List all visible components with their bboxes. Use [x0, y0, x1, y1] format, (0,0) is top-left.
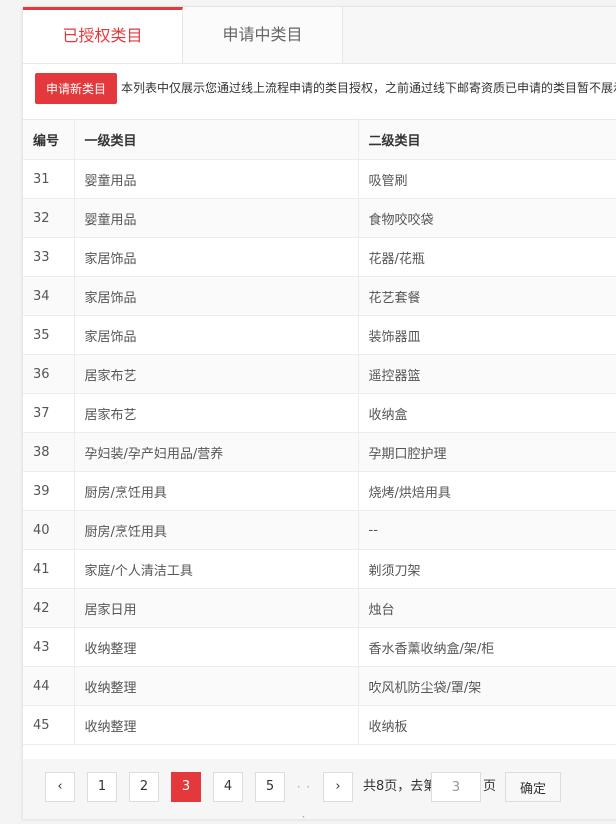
table-row: 37 居家布艺 收纳盒 [23, 393, 616, 433]
cell-level1: 居家布艺 [74, 393, 359, 433]
table-row: 33 家居饰品 花器/花瓶 [23, 237, 616, 277]
cell-id: 31 [23, 159, 75, 199]
cell-level1: 厨房/烹饪用具 [74, 471, 359, 511]
chevron-left-icon: ‹ [57, 779, 63, 794]
page-button-4[interactable]: 4 [213, 772, 243, 802]
cell-level1: 家居饰品 [74, 315, 359, 355]
page-button-5[interactable]: 5 [255, 772, 285, 802]
page-button-2[interactable]: 2 [129, 772, 159, 802]
notice-text: 本列表中仅展示您通过线上流程申请的类目授权，之前通过线下邮寄资质已申请的类目暂不… [121, 81, 616, 95]
cell-id: 43 [23, 627, 75, 667]
table-header-row: 编号 一级类目 二级类目 [23, 119, 616, 160]
header-level1: 一级类目 [74, 119, 359, 160]
cell-level1: 婴童用品 [74, 198, 359, 238]
table-row: 31 婴童用品 吸管刷 [23, 159, 616, 199]
header-id: 编号 [23, 119, 75, 160]
cell-id: 34 [23, 276, 75, 316]
cell-level2: 烛台 [358, 588, 616, 628]
notice-bar: 申请新类目 本列表中仅展示您通过线上流程申请的类目授权，之前通过线下邮寄资质已申… [35, 73, 616, 107]
cell-level2: 食物咬咬袋 [358, 198, 616, 238]
header-level2: 二级类目 [358, 119, 616, 160]
next-page-button[interactable]: › [323, 772, 353, 802]
cell-id: 35 [23, 315, 75, 355]
cell-id: 42 [23, 588, 75, 628]
cell-level1: 孕妇装/孕产妇用品/营养 [74, 432, 359, 472]
cell-level2: 收纳盒 [358, 393, 616, 433]
cell-level1: 家庭/个人清洁工具 [74, 549, 359, 589]
cell-level1: 家居饰品 [74, 276, 359, 316]
category-panel: 已授权类目 申请中类目 申请新类目 本列表中仅展示您通过线上流程申请的类目授权，… [22, 6, 616, 819]
table-row: 32 婴童用品 食物咬咬袋 [23, 198, 616, 238]
cell-level2: 花器/花瓶 [358, 237, 616, 277]
page-button-3[interactable]: 3 [171, 772, 201, 802]
table-row: 43 收纳整理 香水香薰收纳盒/架/柜 [23, 627, 616, 667]
cell-id: 32 [23, 198, 75, 238]
prev-page-button[interactable]: ‹ [45, 772, 75, 802]
table-row: 41 家庭/个人清洁工具 剃须刀架 [23, 549, 616, 589]
chevron-right-icon: › [335, 779, 341, 794]
cell-level1: 婴童用品 [74, 159, 359, 199]
cell-level2: 孕期口腔护理 [358, 432, 616, 472]
pagination: ‹ 1 2 3 4 5 · · · › 共8页，去第 页 确定 [23, 759, 616, 819]
cell-id: 41 [23, 549, 75, 589]
cell-level2: 烧烤/烘焙用具 [358, 471, 616, 511]
table-row: 45 收纳整理 收纳板 [23, 705, 616, 745]
cell-level1: 居家日用 [74, 588, 359, 628]
table-row: 36 居家布艺 遥控器篮 [23, 354, 616, 394]
table-row: 40 厨房/烹饪用具 -- [23, 510, 616, 550]
confirm-page-button[interactable]: 确定 [505, 772, 561, 802]
cell-level1: 收纳整理 [74, 627, 359, 667]
goto-page-input[interactable] [431, 772, 481, 802]
cell-id: 39 [23, 471, 75, 511]
cell-id: 40 [23, 510, 75, 550]
cell-id: 44 [23, 666, 75, 706]
page-button-1[interactable]: 1 [87, 772, 117, 802]
cell-level1: 家居饰品 [74, 237, 359, 277]
cell-level2: 花艺套餐 [358, 276, 616, 316]
category-table: 编号 一级类目 二级类目 31 婴童用品 吸管刷 32 婴童用品 食物咬咬袋 33 家居饰品花… [23, 119, 616, 745]
table-row: 34 家居饰品 花艺套餐 [23, 276, 616, 316]
cell-level2: 剃须刀架 [358, 549, 616, 589]
cell-level2: 吹风机防尘袋/罩/架 [358, 666, 616, 706]
tab-bar: 已授权类目 申请中类目 [23, 7, 616, 64]
cell-id: 37 [23, 393, 75, 433]
tab-pending[interactable]: 申请中类目 [183, 7, 343, 63]
cell-id: 45 [23, 705, 75, 745]
cell-level1: 厨房/烹饪用具 [74, 510, 359, 550]
cell-id: 33 [23, 237, 75, 277]
tab-authorized[interactable]: 已授权类目 [23, 7, 183, 63]
table-row: 44 收纳整理 吹风机防尘袋/罩/架 [23, 666, 616, 706]
cell-level2: -- [358, 510, 616, 550]
table-row: 38 孕妇装/孕产妇用品/营养 孕期口腔护理 [23, 432, 616, 472]
cell-level2: 收纳板 [358, 705, 616, 745]
table-row: 35 家居饰品 装饰器皿 [23, 315, 616, 355]
total-pages-text: 共8页，去第 [363, 779, 437, 794]
cell-id: 36 [23, 354, 75, 394]
table-row: 39 厨房/烹饪用具 烧烤/烘焙用具 [23, 471, 616, 511]
cell-level2: 香水香薰收纳盒/架/柜 [358, 627, 616, 667]
cell-level2: 吸管刷 [358, 159, 616, 199]
apply-new-category-button[interactable]: 申请新类目 [35, 73, 117, 104]
table-row: 42 居家日用 烛台 [23, 588, 616, 628]
page-ellipsis: · · · [296, 780, 312, 819]
page-suffix-text: 页 [483, 779, 497, 794]
cell-level1: 收纳整理 [74, 666, 359, 706]
cell-id: 38 [23, 432, 75, 472]
cell-level2: 遥控器篮 [358, 354, 616, 394]
cell-level1: 居家布艺 [74, 354, 359, 394]
cell-level2: 装饰器皿 [358, 315, 616, 355]
cell-level1: 收纳整理 [74, 705, 359, 745]
